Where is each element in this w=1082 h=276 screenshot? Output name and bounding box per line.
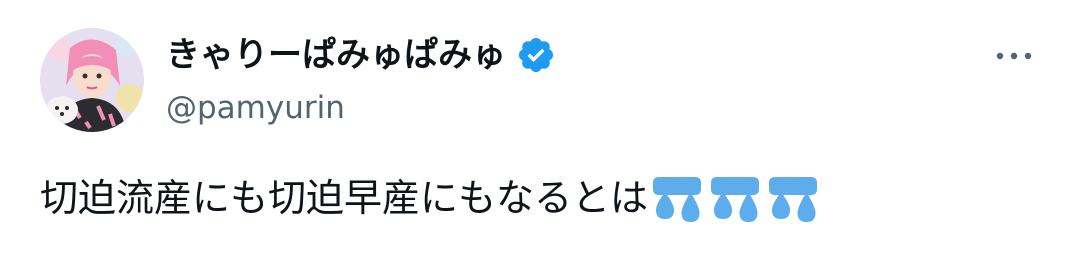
- avatar-image: [40, 28, 144, 132]
- author-handle[interactable]: @pamyurin: [166, 86, 345, 130]
- sweat-droplets-emoji-icon: [711, 177, 760, 222]
- tweet-text-body: 切迫流産にも切迫早産にもなるとは: [40, 176, 649, 220]
- more-options-button[interactable]: [988, 34, 1040, 78]
- sweat-droplets-emoji-icon: [769, 177, 818, 222]
- more-options-icon: [996, 52, 1032, 60]
- author-name-row: きゃりーぱみゅぱみゅ: [166, 30, 556, 80]
- tweet-card: きゃりーぱみゅぱみゅ @pamyurin 切迫流産にも切迫早産にもなるとは: [0, 0, 1082, 276]
- tweet-text: 切迫流産にも切迫早産にもなるとは: [40, 166, 820, 230]
- emoji-row: [650, 171, 820, 225]
- avatar[interactable]: [40, 28, 144, 132]
- author-display-name[interactable]: きゃりーぱみゅぱみゅ: [166, 30, 506, 80]
- verified-badge-icon[interactable]: [516, 35, 556, 75]
- sweat-droplets-emoji-icon: [653, 177, 702, 222]
